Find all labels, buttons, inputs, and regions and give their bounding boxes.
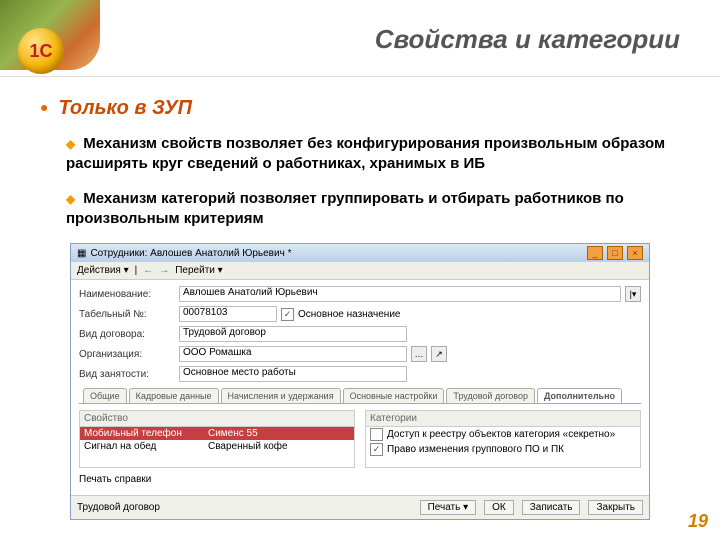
categories-header: Категории xyxy=(365,410,641,427)
save-button[interactable]: Записать xyxy=(522,500,581,515)
general-checkbox-label: Основное назначение xyxy=(298,309,400,320)
section-heading: Только в ЗУП xyxy=(40,97,680,120)
prop-value: Сваренный кофе xyxy=(208,441,288,452)
window-titlebar: ▦ Сотрудники: Авлошев Анатолий Юрьевич *… xyxy=(71,244,649,262)
categories-list[interactable]: Доступ к реестру объектов категория «сек… xyxy=(365,427,641,468)
tab-accruals[interactable]: Начисления и удержания xyxy=(221,388,341,403)
toolbar: Действия ▾ | ← → Перейти ▾ xyxy=(71,262,649,280)
category-label: Доступ к реестру объектов категория «сек… xyxy=(387,429,615,440)
tabno-label: Табельный №: xyxy=(79,309,175,320)
tabno-field[interactable]: 00078103 xyxy=(179,306,277,322)
footer-contract-label: Трудовой договор xyxy=(77,502,160,513)
properties-column: Свойство Мобильный телефон Сименс 55 Сиг… xyxy=(79,410,355,468)
property-row[interactable]: Сигнал на обед Сваренный кофе xyxy=(80,440,354,453)
org-label: Организация: xyxy=(79,349,175,360)
form-body: Наименование: Авлошев Анатолий Юрьевич |… xyxy=(71,280,649,495)
categories-column: Категории Доступ к реестру объектов кате… xyxy=(365,410,641,468)
general-checkbox[interactable]: ✓ xyxy=(281,308,294,321)
org-select-button[interactable]: … xyxy=(411,346,427,362)
category-row[interactable]: Доступ к реестру объектов категория «сек… xyxy=(366,427,640,442)
prop-value: Сименс 55 xyxy=(208,428,258,439)
contract-label: Вид договора: xyxy=(79,329,175,340)
contract-field[interactable]: Трудовой договор xyxy=(179,326,407,342)
close-dialog-button[interactable]: Закрыть xyxy=(588,500,643,515)
name-label: Наименование: xyxy=(79,289,175,300)
dialog-footer: Трудовой договор Печать ▾ ОК Записать За… xyxy=(71,495,649,519)
logo-1c: 1С xyxy=(18,28,64,74)
tab-additional[interactable]: Дополнительно xyxy=(537,388,622,403)
tab-settings[interactable]: Основные настройки xyxy=(343,388,445,403)
category-row[interactable]: ✓ Право изменения группового ПО и ПК xyxy=(366,442,640,457)
page-number: 19 xyxy=(688,511,708,532)
org-open-button[interactable]: ↗ xyxy=(431,346,447,362)
embedded-app-window: ▦ Сотрудники: Авлошев Анатолий Юрьевич *… xyxy=(70,243,650,520)
print-ref-label: Печать справки xyxy=(79,474,151,485)
go-menu[interactable]: Перейти ▾ xyxy=(175,265,222,276)
history-button[interactable]: |▾ xyxy=(625,286,641,302)
window-title-text: Сотрудники: Авлошев Анатолий Юрьевич * xyxy=(90,248,291,259)
name-field[interactable]: Авлошев Анатолий Юрьевич xyxy=(179,286,621,302)
tab-hr[interactable]: Кадровые данные xyxy=(129,388,219,403)
bullet-item: Механизм категорий позволяет группироват… xyxy=(66,189,680,230)
emp-label: Вид занятости: xyxy=(79,369,175,380)
category-checkbox[interactable]: ✓ xyxy=(370,443,383,456)
toolbar-sep: | xyxy=(135,265,138,276)
tab-general[interactable]: Общие xyxy=(83,388,127,403)
prop-name: Мобильный телефон xyxy=(84,428,204,439)
actions-menu[interactable]: Действия ▾ xyxy=(77,265,129,276)
properties-header: Свойство xyxy=(79,410,355,427)
properties-list[interactable]: Мобильный телефон Сименс 55 Сигнал на об… xyxy=(79,427,355,468)
bullet-item: Механизм свойств позволяет без конфигури… xyxy=(66,134,680,175)
category-label: Право изменения группового ПО и ПК xyxy=(387,444,564,455)
nav-fwd-icon[interactable]: → xyxy=(159,265,169,276)
emp-field[interactable]: Основное место работы xyxy=(179,366,407,382)
close-button[interactable]: × xyxy=(627,246,643,260)
tabs: Общие Кадровые данные Начисления и удерж… xyxy=(79,388,641,404)
print-button[interactable]: Печать ▾ xyxy=(420,500,477,515)
org-field[interactable]: ООО Ромашка xyxy=(179,346,407,362)
slide-content: Только в ЗУП Механизм свойств позволяет … xyxy=(0,77,720,520)
slide-header: 1С Свойства и категории xyxy=(0,0,720,77)
window-icon: ▦ xyxy=(77,248,86,259)
page-title: Свойства и категории xyxy=(375,24,680,55)
nav-back-icon[interactable]: ← xyxy=(143,265,153,276)
minimize-button[interactable]: _ xyxy=(587,246,603,260)
tab-contract[interactable]: Трудовой договор xyxy=(446,388,535,403)
property-row[interactable]: Мобильный телефон Сименс 55 xyxy=(80,427,354,440)
prop-name: Сигнал на обед xyxy=(84,441,204,452)
category-checkbox[interactable] xyxy=(370,428,383,441)
maximize-button[interactable]: □ xyxy=(607,246,623,260)
ok-button[interactable]: ОК xyxy=(484,500,514,515)
